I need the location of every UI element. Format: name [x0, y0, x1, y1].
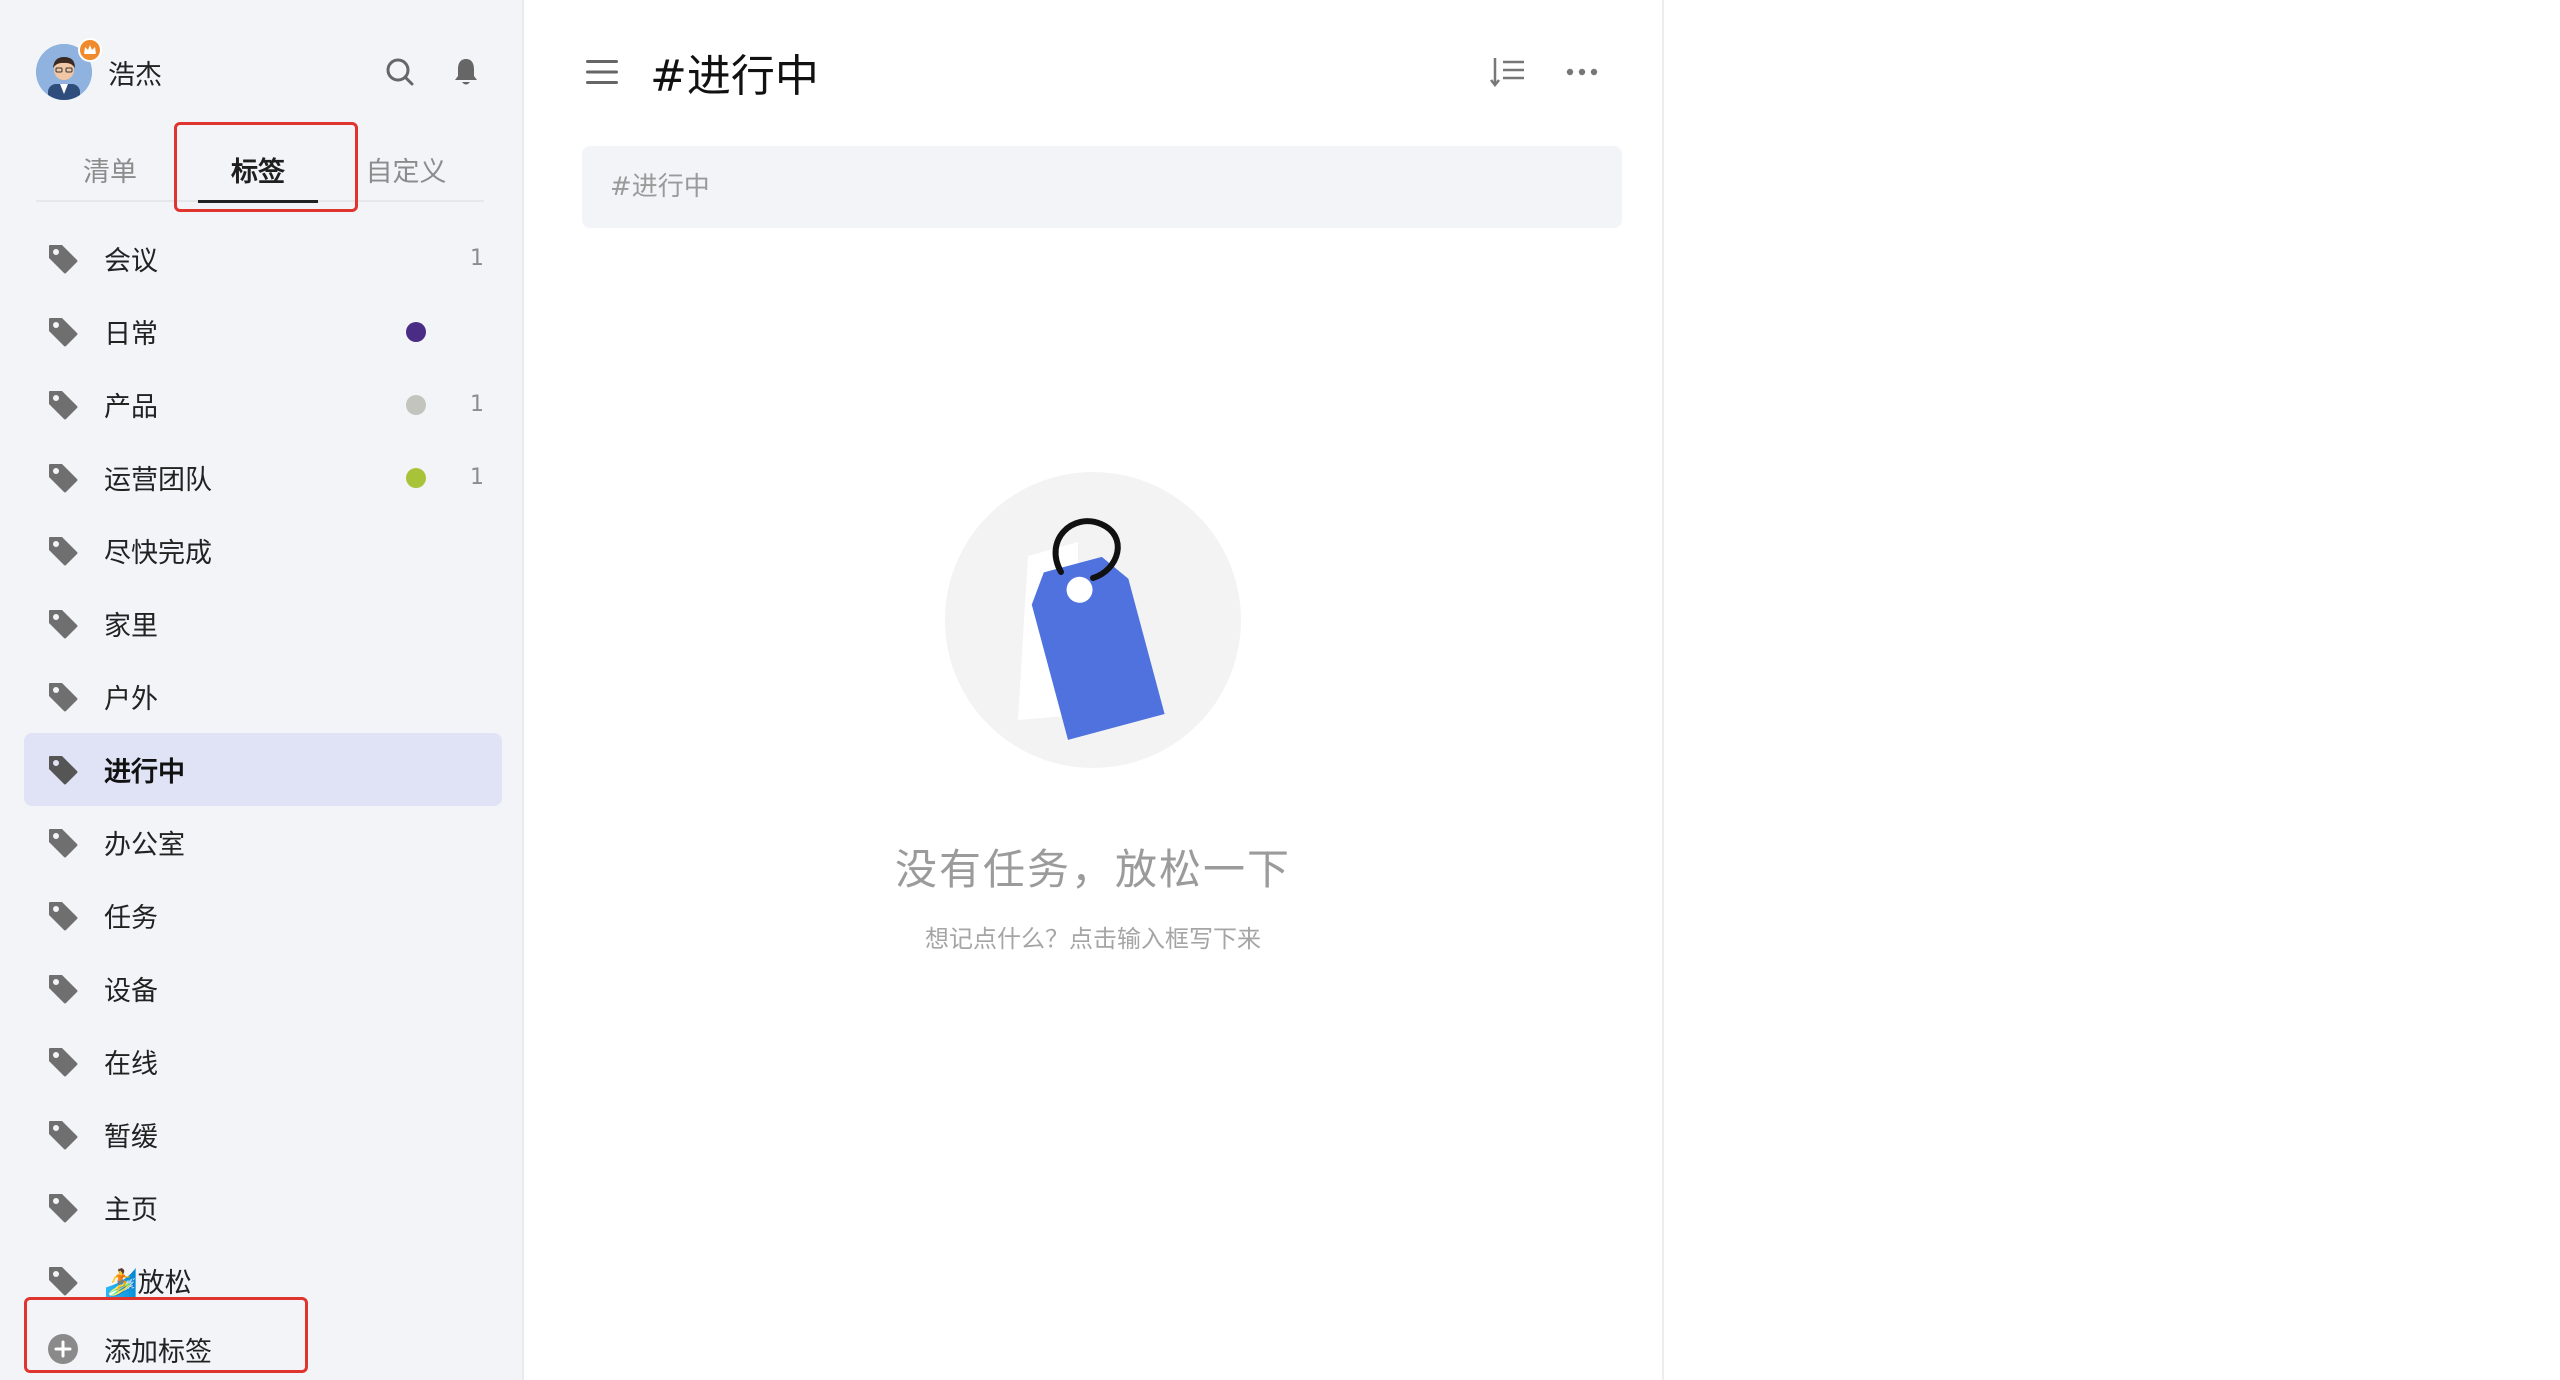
tag-icon	[46, 899, 80, 933]
tag-count: 1	[470, 392, 484, 417]
tag-icon	[46, 1191, 80, 1225]
plus-circle-icon	[46, 1332, 80, 1366]
tag-item[interactable]: 在线	[24, 1025, 502, 1098]
menu-icon[interactable]	[582, 52, 622, 92]
main-header: #进行中	[582, 40, 1608, 104]
tag-label: 运营团队	[104, 465, 212, 496]
detail-panel	[1664, 0, 2560, 1380]
tag-label: 主页	[104, 1195, 158, 1226]
tag-icon	[46, 1264, 80, 1298]
tag-item[interactable]: 户外	[24, 660, 502, 733]
tag-icon	[46, 607, 80, 641]
tag-icon	[46, 1118, 80, 1152]
tag-label: 会议	[104, 246, 158, 277]
sort-icon[interactable]	[1482, 46, 1534, 98]
tag-color-dot	[406, 467, 426, 488]
avatar[interactable]	[36, 38, 102, 100]
tag-item[interactable]: 主页	[24, 1171, 502, 1244]
tag-label: 进行中	[104, 757, 185, 788]
tag-item[interactable]: 尽快完成	[24, 514, 502, 587]
tag-icon	[46, 315, 80, 349]
tag-label: 产品	[104, 392, 158, 423]
tag-icon	[46, 972, 80, 1006]
tab-lists[interactable]: 清单	[36, 138, 184, 200]
tag-item[interactable]: 日常	[24, 295, 502, 368]
tag-label: 任务	[104, 903, 158, 934]
app-window: 浩杰 清单 标签 自定义 会议 1 日常产品 1 运营团队 1 尽快完成家里户外进行中办公室…	[0, 0, 2560, 1380]
sidebar: 浩杰 清单 标签 自定义 会议 1 日常产品 1 运营团队 1 尽快完成家里户外进行中办公室…	[0, 0, 524, 1380]
tag-item[interactable]: 家里	[24, 587, 502, 660]
empty-state: 没有任务，放松一下 想记点什么？点击输入框写下来	[524, 470, 1662, 954]
add-tag-label: 添加标签	[104, 1336, 212, 1368]
tag-label: 🏄放松	[104, 1268, 192, 1299]
tag-label: 家里	[104, 611, 158, 642]
tag-color-dot	[406, 321, 426, 342]
crown-badge-icon	[78, 38, 102, 62]
page-title: #进行中	[650, 51, 819, 102]
more-options-icon[interactable]	[1556, 46, 1608, 98]
tag-label: 设备	[104, 976, 158, 1007]
tag-icon	[46, 680, 80, 714]
tag-icon	[46, 388, 80, 422]
tab-tags[interactable]: 标签	[184, 138, 332, 203]
tag-label: 办公室	[104, 830, 185, 861]
tag-icon	[46, 461, 80, 495]
tag-icon	[46, 753, 80, 787]
tag-item[interactable]: 办公室	[24, 806, 502, 879]
user-row: 浩杰	[36, 38, 486, 102]
username: 浩杰	[108, 59, 162, 91]
tag-label: 日常	[104, 319, 158, 350]
tag-label: 暂缓	[104, 1122, 158, 1153]
empty-subtitle: 想记点什么？点击输入框写下来	[925, 925, 1261, 953]
tag-icon	[46, 1045, 80, 1079]
tag-illustration-icon	[945, 472, 1241, 768]
tag-icon	[46, 534, 80, 568]
tag-count: 1	[470, 465, 484, 490]
tag-item[interactable]: 进行中	[24, 733, 502, 806]
tab-custom[interactable]: 自定义	[332, 138, 480, 200]
empty-title: 没有任务，放松一下	[894, 845, 1291, 894]
tag-item[interactable]: 运营团队 1	[24, 441, 502, 514]
add-tag-button[interactable]: 添加标签	[24, 1318, 502, 1380]
tag-label: 户外	[104, 684, 158, 715]
quick-add-input[interactable]	[582, 146, 1622, 228]
sidebar-tabs: 清单 标签 自定义	[36, 138, 484, 203]
tag-item[interactable]: 任务	[24, 879, 502, 952]
tag-count: 1	[470, 246, 484, 271]
tag-color-dot	[406, 394, 426, 415]
main-panel: #进行中 没有任务，放松一下 想记点什么？点击输入框写下来	[524, 0, 1664, 1380]
tag-icon	[46, 242, 80, 276]
tag-item[interactable]: 会议 1	[24, 222, 502, 295]
tag-list: 会议 1 日常产品 1 运营团队 1 尽快完成家里户外进行中办公室任务设备在线暂缓主页 🏄放松	[24, 222, 502, 1317]
tag-item[interactable]: 暂缓	[24, 1098, 502, 1171]
tag-item[interactable]: 产品 1	[24, 368, 502, 441]
bell-icon[interactable]	[446, 52, 486, 92]
tag-label: 在线	[104, 1049, 158, 1080]
tag-item[interactable]: 🏄放松	[24, 1244, 502, 1317]
tag-label: 尽快完成	[104, 538, 212, 569]
tag-icon	[46, 826, 80, 860]
search-icon[interactable]	[380, 52, 420, 92]
tag-item[interactable]: 设备	[24, 952, 502, 1025]
